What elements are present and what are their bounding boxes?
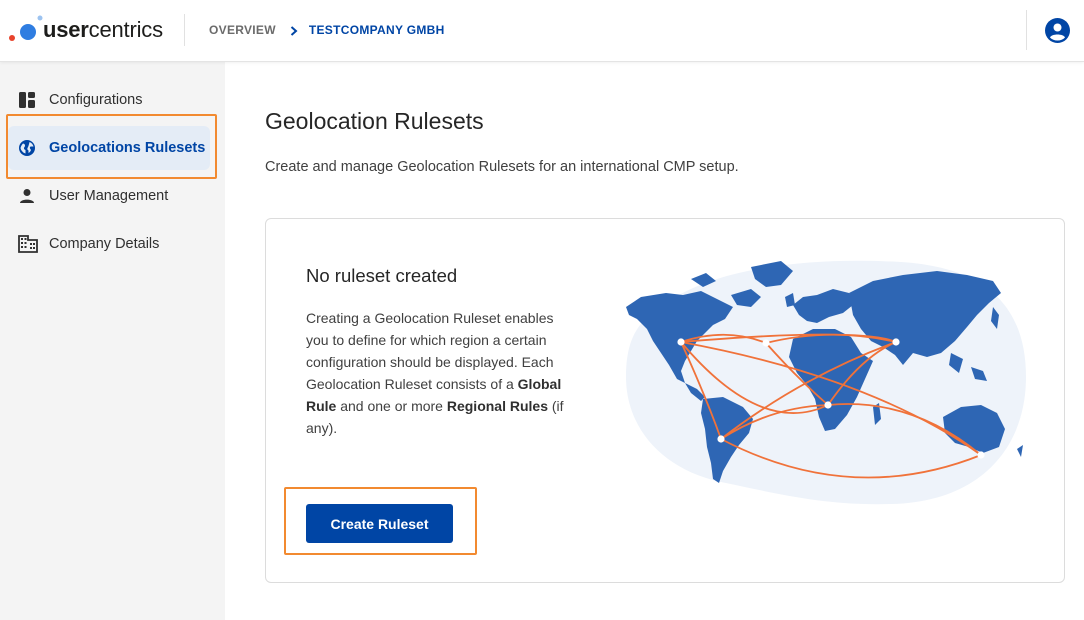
chevron-right-icon xyxy=(290,25,298,36)
account-circle-icon xyxy=(1050,23,1065,41)
top-header: usercentrics OVERVIEW TESTCOMPANY GMBH xyxy=(0,0,1084,62)
sidebar-item-geolocation-rulesets[interactable]: Geolocations Rulesets xyxy=(8,126,210,170)
logo-dots-icon xyxy=(9,15,43,41)
usercentrics-logo[interactable]: usercentrics xyxy=(8,12,178,48)
empty-state-description: Creating a Geolocation Ruleset enables y… xyxy=(306,310,564,436)
breadcrumb: OVERVIEW TESTCOMPANY GMBH xyxy=(209,22,445,38)
header-divider xyxy=(1026,10,1027,50)
sidebar-item-configurations[interactable]: Configurations xyxy=(8,78,210,122)
sidebar-item-label: Geolocations Rulesets xyxy=(49,140,206,156)
sidebar-item-user-management[interactable]: User Management xyxy=(8,174,210,218)
page-description: Create and manage Geolocation Rulesets f… xyxy=(265,159,739,175)
empty-state-title: No ruleset created xyxy=(306,265,458,286)
create-ruleset-button[interactable]: Create Ruleset xyxy=(306,504,453,543)
person-icon xyxy=(20,189,34,203)
dashboard-icon xyxy=(19,92,35,108)
logo-wordmark: usercentrics xyxy=(43,17,163,42)
globe-icon xyxy=(19,140,35,156)
page-title: Geolocation Rulesets xyxy=(265,108,484,134)
sidebar-item-label: Company Details xyxy=(49,236,160,252)
header-divider xyxy=(184,14,185,46)
sidebar-item-company-details[interactable]: Company Details xyxy=(8,222,210,266)
world-map-illustration xyxy=(626,260,1026,505)
empty-state-card: No ruleset created Creating a Geolocatio… xyxy=(265,218,1065,583)
breadcrumb-current-company[interactable]: TESTCOMPANY GMBH xyxy=(309,23,445,37)
user-account-button[interactable] xyxy=(1045,18,1070,43)
breadcrumb-overview-link[interactable]: OVERVIEW xyxy=(209,23,276,37)
sidebar-item-label: Configurations xyxy=(49,92,143,108)
sidebar-item-label: User Management xyxy=(49,188,169,204)
building-icon xyxy=(18,235,38,253)
sidebar-nav: Configurations Geolocations Rulesets Use… xyxy=(0,62,225,620)
